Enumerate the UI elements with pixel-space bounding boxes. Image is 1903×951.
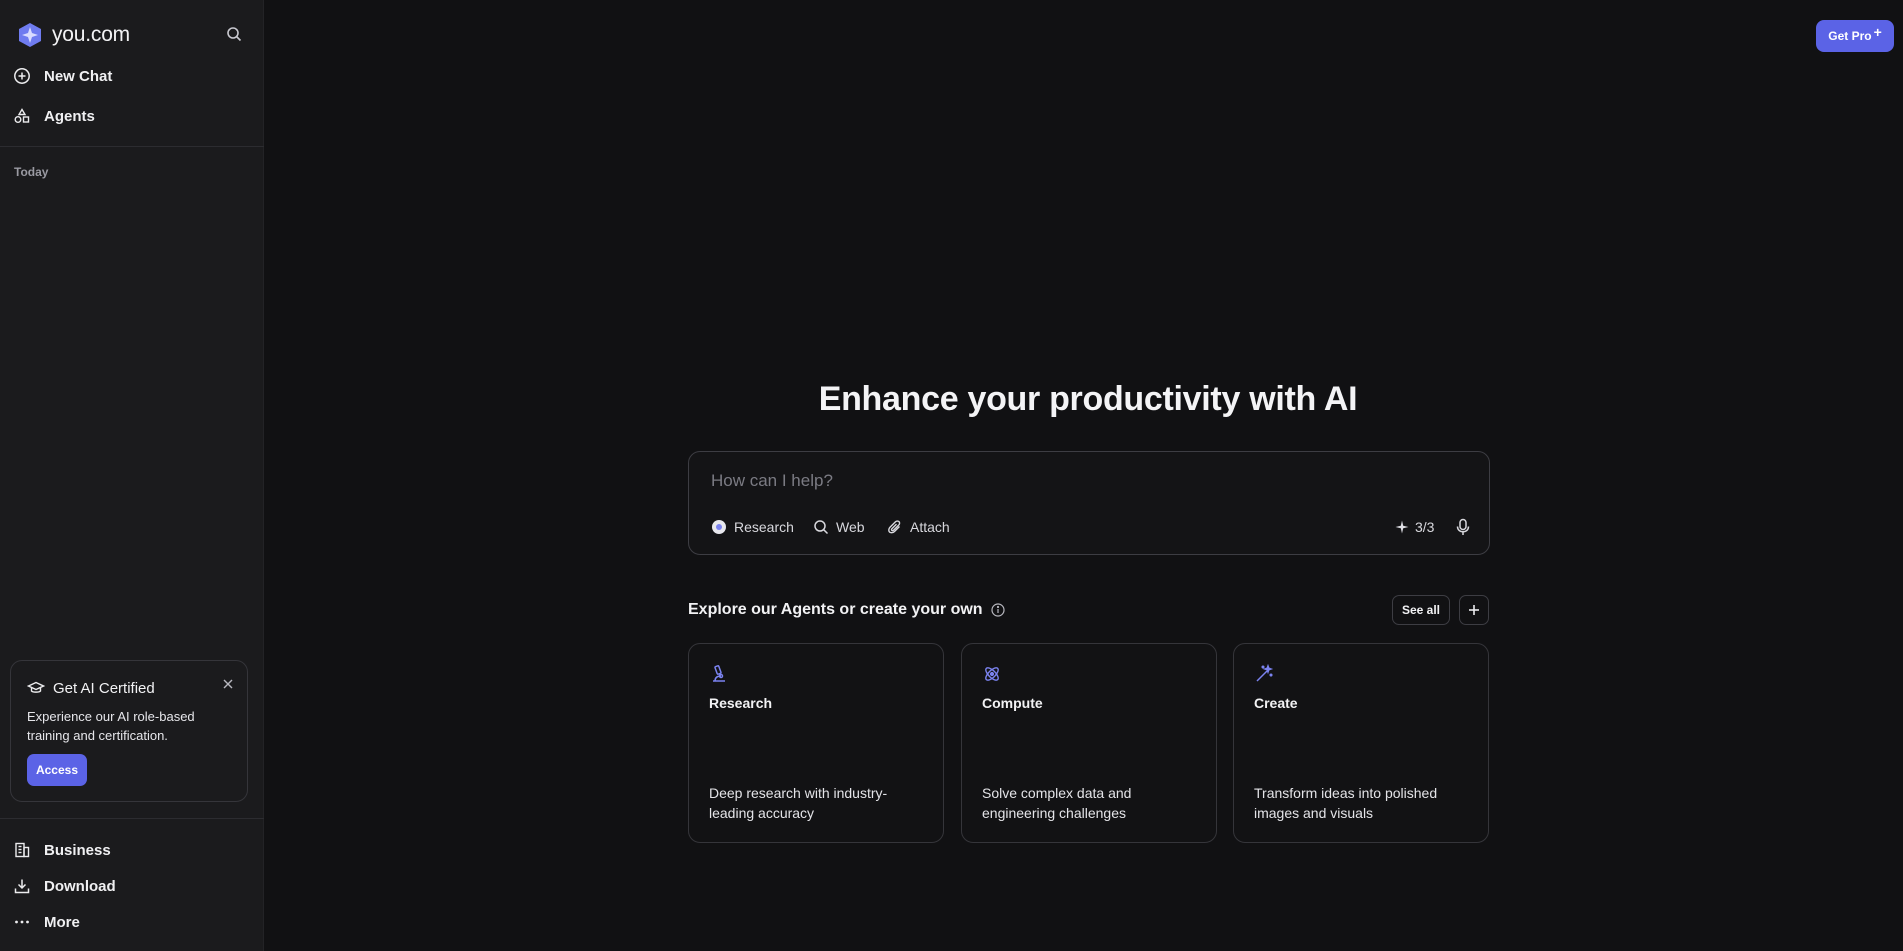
prompt-box: Research Web Attach 3/3: [688, 451, 1490, 555]
promo-title: Get AI Certified: [27, 679, 155, 697]
download-label: Download: [44, 877, 116, 895]
download-icon: [12, 876, 32, 896]
agents-label: Agents: [44, 107, 95, 125]
agent-card-create[interactable]: Create Transform ideas into polished ima…: [1233, 643, 1489, 843]
section-label-today: Today: [14, 165, 49, 179]
page-title: Enhance your productivity with AI: [818, 380, 1358, 418]
card-description: Transform ideas into polished images and…: [1254, 785, 1438, 821]
magic-wand-icon: [1256, 664, 1274, 682]
certification-promo-card: Get AI Certified Experience our AI role-…: [10, 660, 248, 802]
sidebar: you.com New Chat Agents Today Get AI Cer…: [0, 0, 264, 951]
web-chip-label: Web: [836, 519, 865, 535]
promo-text: Experience our AI role-based training an…: [27, 709, 195, 743]
graduation-cap-icon: [27, 681, 45, 693]
search-icon: [814, 520, 829, 535]
card-description: Solve complex data and engineering chall…: [982, 785, 1132, 821]
card-description: Deep research with industry-leading accu…: [709, 785, 888, 821]
plus-circle-icon: [12, 66, 32, 86]
add-agent-button[interactable]: [1459, 595, 1489, 625]
sparkle-icon: [1395, 520, 1409, 534]
brand-name: you.com: [52, 23, 130, 46]
promo-title-text: Get AI Certified: [53, 679, 155, 697]
research-mode-chip[interactable]: Research: [711, 516, 794, 538]
divider: [0, 818, 264, 819]
business-label: Business: [44, 841, 111, 859]
usage-counter[interactable]: 3/3: [1395, 516, 1434, 538]
brand-logo[interactable]: you.com: [16, 20, 130, 50]
explore-heading-text: Explore our Agents or create your own: [688, 601, 983, 618]
you-logo-icon: [19, 23, 41, 47]
research-mode-icon: [712, 520, 726, 534]
search-icon[interactable]: [224, 24, 244, 44]
agent-card-compute[interactable]: Compute Solve complex data and engineeri…: [961, 643, 1217, 843]
paperclip-icon: [888, 520, 901, 534]
explore-heading: Explore our Agents or create your own: [688, 601, 1005, 619]
new-chat-button[interactable]: New Chat: [12, 60, 112, 92]
microphone-icon[interactable]: [1453, 516, 1473, 538]
research-chip-label: Research: [734, 519, 794, 535]
attach-chip-label: Attach: [910, 519, 950, 535]
attach-button[interactable]: Attach: [887, 516, 950, 538]
see-all-button[interactable]: See all: [1392, 595, 1450, 625]
card-title: Research: [709, 695, 773, 711]
more-dots-icon: [12, 912, 32, 932]
more-label: More: [44, 913, 80, 931]
business-button[interactable]: Business: [12, 834, 111, 866]
prompt-input[interactable]: [711, 468, 1451, 494]
usage-counter-value: 3/3: [1415, 519, 1435, 535]
building-icon: [12, 840, 32, 860]
download-button[interactable]: Download: [12, 870, 116, 902]
access-button[interactable]: Access: [27, 754, 87, 786]
sparkle-plus-icon: +: [1873, 24, 1882, 40]
microscope-icon: [713, 665, 725, 682]
more-button[interactable]: More: [12, 906, 80, 938]
shapes-icon: [12, 106, 32, 126]
card-title: Compute: [982, 695, 1043, 711]
agents-button[interactable]: Agents: [12, 100, 95, 132]
info-icon[interactable]: [990, 603, 1005, 617]
close-icon[interactable]: [221, 677, 235, 691]
new-chat-label: New Chat: [44, 67, 113, 85]
get-pro-label: Get Pro: [1828, 29, 1872, 43]
get-pro-button[interactable]: Get Pro +: [1816, 20, 1894, 52]
atom-icon: [985, 667, 999, 681]
web-mode-chip[interactable]: Web: [813, 516, 865, 538]
card-title: Create: [1254, 695, 1298, 711]
plus-icon: [1469, 605, 1479, 615]
agent-card-research[interactable]: Research Deep research with industry-lea…: [688, 643, 944, 843]
divider: [0, 146, 264, 147]
